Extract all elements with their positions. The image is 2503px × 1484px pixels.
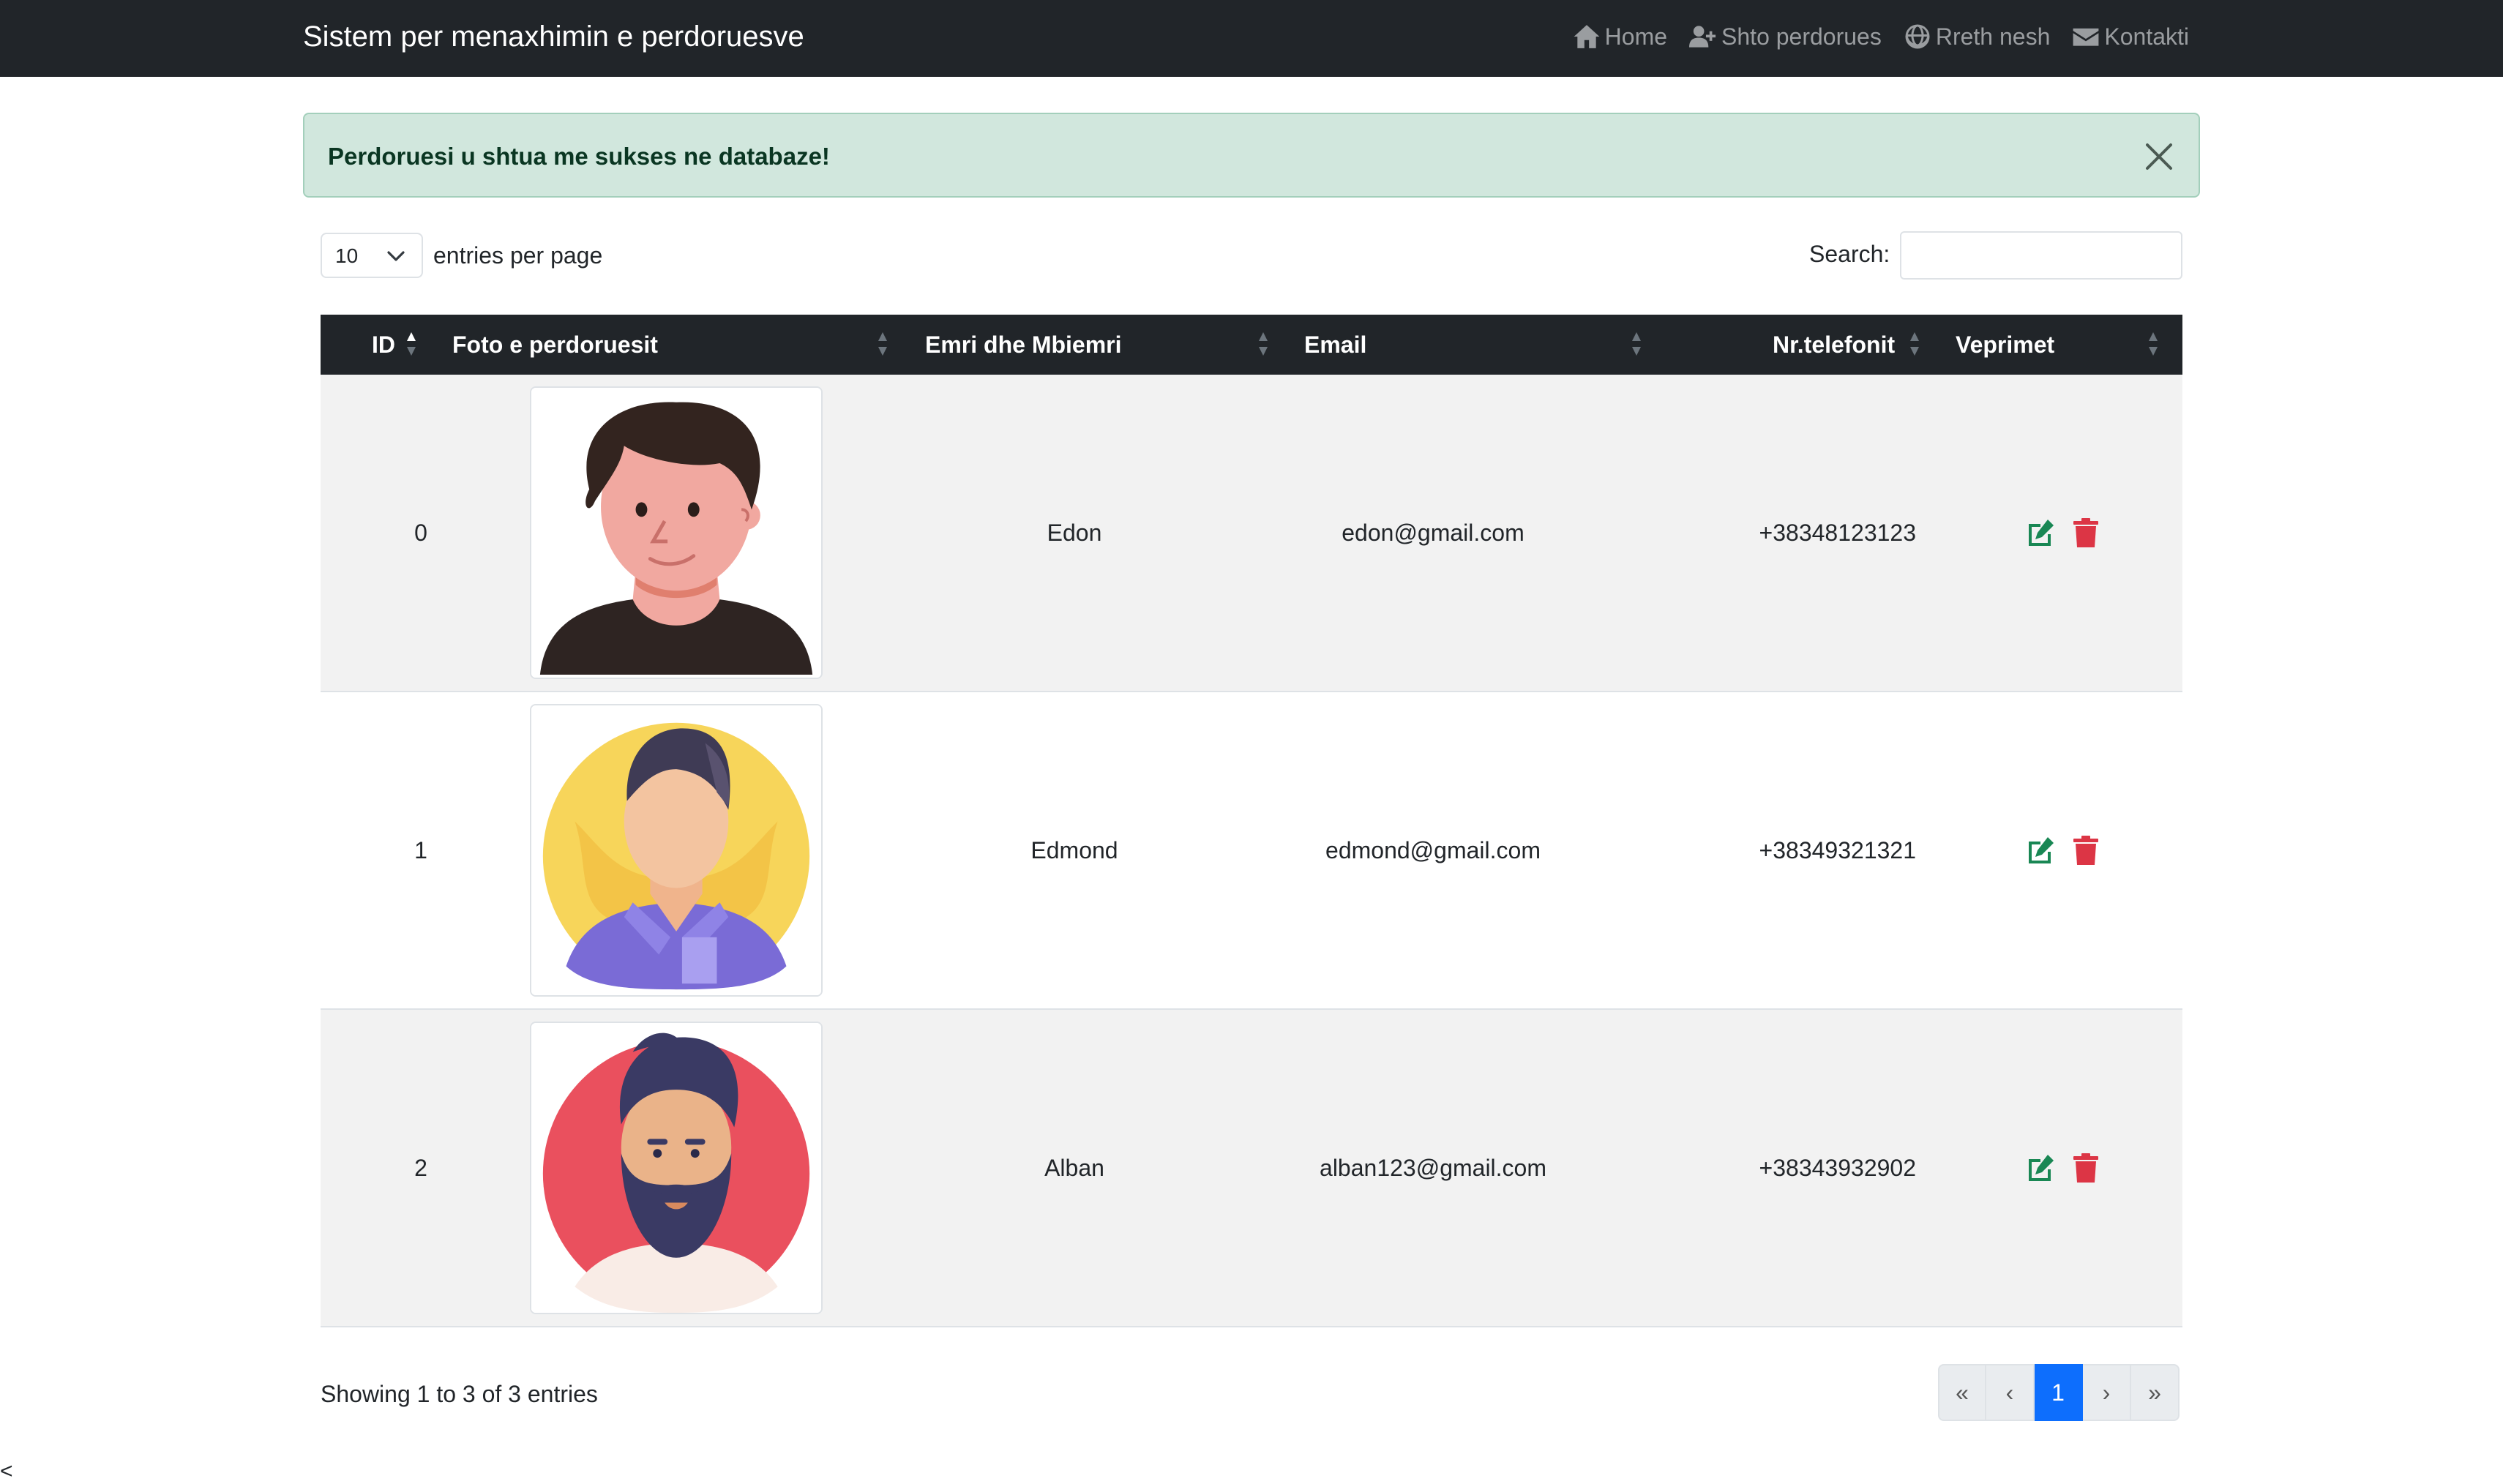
sort-icon[interactable] [2147, 329, 2159, 359]
user-photo [530, 1022, 823, 1314]
cell-phone: +38348123123 [1759, 519, 1916, 546]
edit-icon[interactable] [2026, 834, 2055, 866]
cell-phone: +38349321321 [1759, 836, 1916, 863]
cell-id: 0 [414, 519, 427, 546]
cell-email: alban123@gmail.com [1320, 1154, 1546, 1181]
edit-icon[interactable] [2026, 1152, 2055, 1184]
nav-link-label: Rreth nesh [1935, 23, 2051, 50]
search-input[interactable] [1900, 231, 2182, 280]
trash-icon[interactable] [2071, 1152, 2100, 1184]
column-header-photo[interactable]: Foto e perdoruesit [452, 315, 658, 375]
user-plus-icon [1689, 26, 1716, 48]
cell-id: 1 [414, 836, 427, 863]
last-page-button[interactable]: » [2131, 1364, 2180, 1421]
table-row: 2 Alban alban123@gmail.com +38343932902 [321, 1010, 2182, 1327]
table-row: 0 Edon edon@gmail.com +38348123123 [321, 375, 2182, 692]
column-header-phone[interactable]: Nr.telefonit [1773, 315, 1895, 375]
first-page-button[interactable]: « [1938, 1364, 1986, 1421]
avatar-image [531, 388, 821, 678]
column-header-id[interactable]: ID [372, 315, 395, 375]
entries-info: Showing 1 to 3 of 3 entries [321, 1381, 598, 1407]
nav-link-contact[interactable]: Kontakti [2072, 20, 2189, 53]
cell-email: edmond@gmail.com [1325, 836, 1541, 863]
brand-title[interactable]: Sistem per menaxhimin e perdoruesve [303, 18, 804, 56]
column-header-actions[interactable]: Veprimet [1956, 315, 2054, 375]
cell-name: Edmond [1030, 836, 1118, 863]
sort-icon[interactable] [1909, 329, 1920, 359]
edit-icon[interactable] [2026, 517, 2055, 549]
next-page-button[interactable]: › [2083, 1364, 2131, 1421]
table-header: ID Foto e perdoruesit Emri dhe Mbiemri E… [321, 315, 2182, 375]
table-row: 1 Edmond edmond@gmail.com +38349321321 [321, 692, 2182, 1010]
page-1-button[interactable]: 1 [2035, 1364, 2083, 1421]
trash-icon[interactable] [2071, 834, 2100, 866]
pagination: « ‹ 1 › » [1938, 1364, 2180, 1421]
nav-links: Home Shto perdorues Rreth nesh Kontakti [1573, 20, 2189, 53]
navbar: Sistem per menaxhimin e perdoruesve Home… [0, 0, 2503, 77]
nav-link-label: Home [1604, 23, 1668, 50]
trash-icon[interactable] [2071, 517, 2100, 549]
cell-name: Edon [1047, 519, 1102, 546]
alert-message: Perdoruesi u shtua me sukses ne databaze… [328, 143, 830, 170]
chevron-down-icon [387, 251, 405, 261]
entries-value: 10 [335, 244, 359, 267]
globe-icon [1905, 24, 1930, 49]
nav-link-label: Kontakti [2104, 23, 2189, 50]
envelope-icon [2073, 28, 2099, 46]
nav-link-label: Shto perdorues [1721, 23, 1882, 50]
nav-link-home[interactable]: Home [1573, 20, 1667, 53]
cell-email: edon@gmail.com [1342, 519, 1524, 546]
nav-link-about[interactable]: Rreth nesh [1904, 20, 2051, 53]
cell-phone: +38343932902 [1759, 1154, 1916, 1181]
sort-asc-icon[interactable] [405, 329, 417, 359]
previous-page-button[interactable]: ‹ [1986, 1364, 2035, 1421]
sort-icon[interactable] [1257, 329, 1269, 359]
cell-name: Alban [1044, 1154, 1104, 1181]
stray-text: < [0, 1459, 13, 1483]
column-header-email[interactable]: Email [1304, 315, 1366, 375]
entries-per-page-label: entries per page [433, 242, 603, 269]
sort-icon[interactable] [877, 329, 888, 359]
entries-per-page-select[interactable]: 10 [321, 233, 423, 278]
column-header-name[interactable]: Emri dhe Mbiemri [925, 315, 1122, 375]
user-photo [530, 386, 823, 679]
success-alert: Perdoruesi u shtua me sukses ne databaze… [303, 113, 2200, 198]
close-icon[interactable] [2143, 140, 2175, 173]
search-label: Search: [1809, 241, 1890, 267]
user-photo [530, 704, 823, 997]
avatar-image [531, 1023, 821, 1313]
nav-link-add-user[interactable]: Shto perdorues [1689, 20, 1882, 53]
home-icon [1574, 25, 1600, 48]
cell-id: 2 [414, 1154, 427, 1181]
sort-icon[interactable] [1631, 329, 1642, 359]
avatar-image [531, 705, 821, 995]
